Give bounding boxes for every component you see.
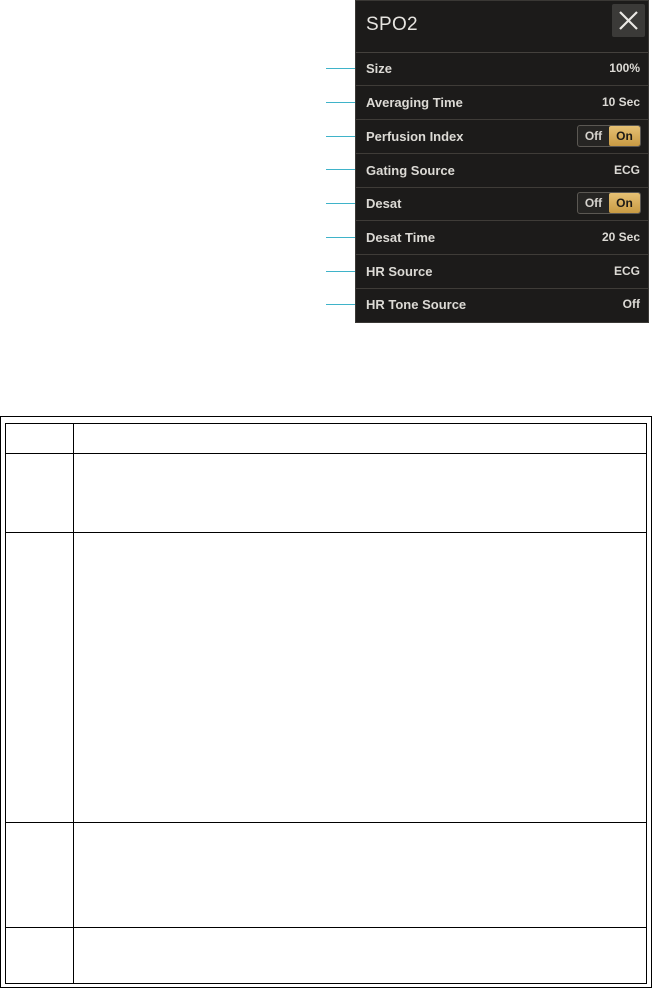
close-button[interactable] [612, 4, 645, 37]
spo2-settings-panel: SPO2 Size 100% Averaging Time 10 Sec Per… [355, 0, 649, 323]
row-label: Gating Source [366, 163, 455, 178]
panel-title: SPO2 [366, 14, 418, 35]
row-gating-source[interactable]: Gating Source ECG [356, 154, 648, 188]
row-perfusion-index: Perfusion Index Off On [356, 120, 648, 154]
row-value: ECG [613, 163, 640, 177]
table-inner-border [5, 423, 647, 984]
table-column-divider [73, 423, 74, 984]
toggle-off-option[interactable]: Off [578, 193, 609, 213]
row-hr-tone-source[interactable]: HR Tone Source Off [356, 288, 648, 322]
table-row-divider [5, 927, 647, 928]
toggle-on-option[interactable]: On [609, 193, 640, 213]
row-value: Off [622, 297, 640, 311]
table-row-divider [5, 822, 647, 823]
row-label: HR Source [366, 264, 433, 279]
row-size[interactable]: Size 100% [356, 52, 648, 86]
row-label: Desat [366, 196, 402, 211]
table-row-divider [5, 453, 647, 454]
row-value: ECG [613, 264, 640, 278]
row-value: 100% [609, 61, 640, 75]
table-row-divider [5, 532, 647, 533]
row-label: Desat Time [366, 230, 436, 245]
page: SPO2 Size 100% Averaging Time 10 Sec Per… [0, 0, 652, 988]
desat-toggle[interactable]: Off On [577, 192, 641, 214]
row-averaging-time[interactable]: Averaging Time 10 Sec [356, 86, 648, 120]
row-label: Size [366, 61, 393, 76]
row-desat-time[interactable]: Desat Time 20 Sec [356, 221, 648, 255]
row-value: 20 Sec [601, 230, 640, 244]
perfusion-index-toggle[interactable]: Off On [577, 125, 641, 147]
row-desat: Desat Off On [356, 187, 648, 221]
row-label: Perfusion Index [366, 129, 464, 144]
panel-header: SPO2 [356, 1, 648, 53]
toggle-on-option[interactable]: On [609, 126, 640, 146]
row-label: HR Tone Source [366, 297, 467, 312]
row-value: 10 Sec [601, 95, 640, 109]
row-hr-source[interactable]: HR Source ECG [356, 255, 648, 289]
toggle-off-option[interactable]: Off [578, 126, 609, 146]
row-label: Averaging Time [366, 95, 463, 110]
close-x-icon [619, 11, 638, 30]
